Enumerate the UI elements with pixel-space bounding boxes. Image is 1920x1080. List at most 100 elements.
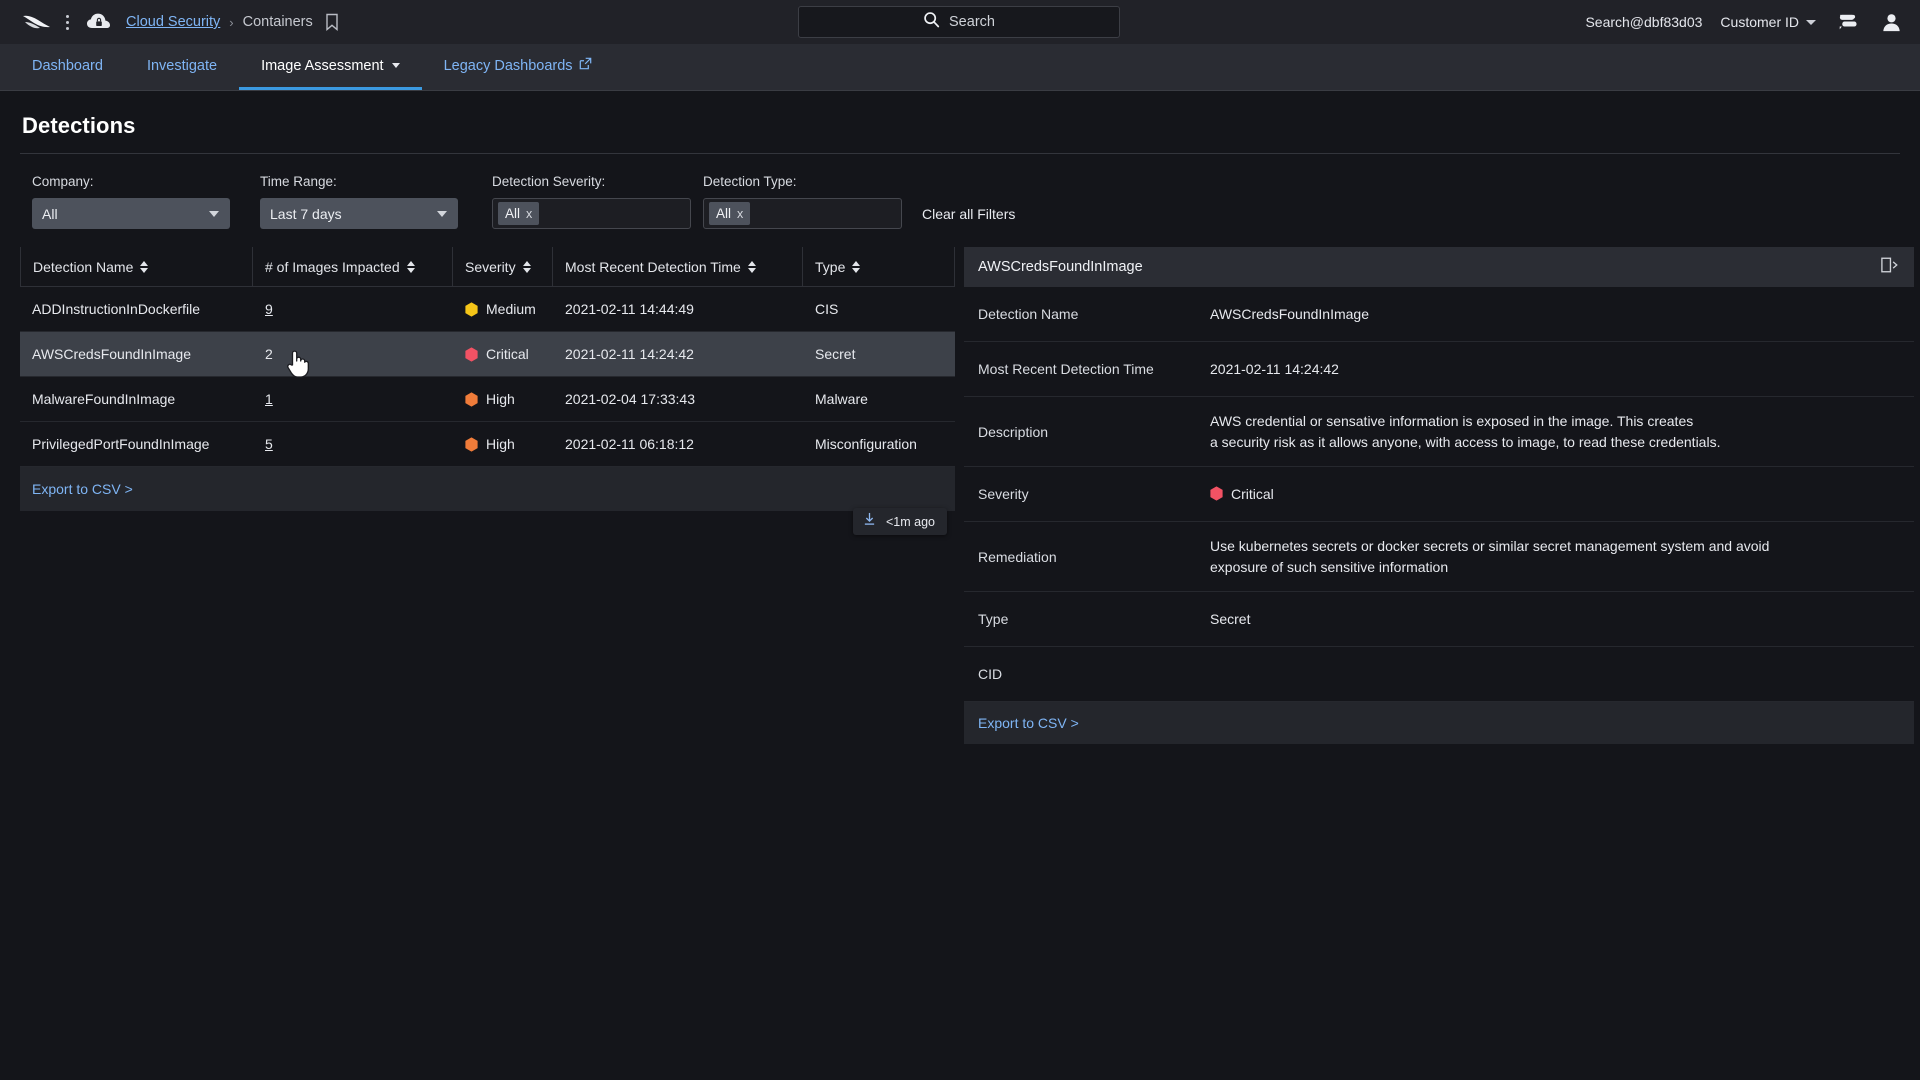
table-row[interactable]: MalwareFoundInImage 1 High 2021-02-04 17… xyxy=(20,377,955,422)
detail-panel-title: AWSCredsFoundInImage xyxy=(978,259,1143,275)
detail-row: Remediation Use kubernetes secrets or do… xyxy=(964,522,1914,592)
cell-detection-time: 2021-02-11 14:44:49 xyxy=(565,301,694,317)
download-icon[interactable] xyxy=(863,512,876,531)
breadcrumb-separator: › xyxy=(229,14,234,30)
detail-label: CID xyxy=(978,666,1003,682)
cell-detection-time: 2021-02-11 14:24:42 xyxy=(565,346,694,362)
detail-panel-header: AWSCredsFoundInImage xyxy=(964,247,1914,287)
tab-legacy-dashboards[interactable]: Legacy Dashboards xyxy=(422,44,614,90)
cell-detection-name: MalwareFoundInImage xyxy=(32,391,176,407)
falcon-logo-icon[interactable] xyxy=(22,11,52,33)
tab-investigate-label: Investigate xyxy=(146,57,218,74)
table-row[interactable]: AWSCredsFoundInImage 2 Critical 2021-02-… xyxy=(20,332,955,377)
detail-value: Use kubernetes secrets or docker secrets… xyxy=(1210,537,1770,575)
filter-company: Company: All xyxy=(32,174,230,229)
cell-severity: High xyxy=(453,391,553,407)
sort-icon[interactable] xyxy=(522,260,531,273)
column-header-label: Severity xyxy=(465,258,516,275)
download-toast[interactable]: <1m ago xyxy=(853,508,947,535)
company-select[interactable]: All xyxy=(32,198,230,229)
close-icon[interactable]: x xyxy=(526,207,532,221)
export-to-csv-button[interactable]: Export to CSV > xyxy=(32,481,133,497)
filter-bar: Company: All Time Range: Last 7 days Det… xyxy=(0,154,1920,229)
user-account-label[interactable]: Search@dbf83d03 xyxy=(1585,14,1702,30)
close-icon[interactable]: x xyxy=(737,207,743,221)
column-header-most-recent-detection-time[interactable]: Most Recent Detection Time xyxy=(553,246,803,287)
sort-icon[interactable] xyxy=(747,260,756,273)
filter-detection-severity-label: Detection Severity: xyxy=(492,174,606,189)
severity-token-label: All xyxy=(505,206,521,221)
severity-label: Medium xyxy=(486,301,536,317)
cell-type: Secret xyxy=(815,346,856,362)
cell-detection-name: PrivilegedPortFoundInImage xyxy=(32,436,210,452)
cell-detection-time: 2021-02-11 06:18:12 xyxy=(565,436,694,452)
detail-panel-footer: Export to CSV > xyxy=(964,702,1914,744)
clear-all-filters-button[interactable]: Clear all Filters xyxy=(922,206,1015,222)
severity-hexagon-icon xyxy=(465,346,478,362)
company-select-value: All xyxy=(42,205,58,222)
kebab-menu-icon[interactable] xyxy=(58,11,76,33)
search-input-placeholder: Search xyxy=(949,14,995,30)
severity-hexagon-icon xyxy=(465,301,478,317)
detail-row: Description AWS credential or sensative … xyxy=(964,397,1914,467)
breadcrumb-cloud-security[interactable]: Cloud Security xyxy=(126,14,220,30)
detail-label: Severity xyxy=(978,486,1029,502)
table-row[interactable]: ADDInstructionInDockerfile 9 Medium 2021… xyxy=(20,287,955,332)
bookmark-icon[interactable] xyxy=(325,13,339,32)
cell-severity: High xyxy=(453,436,553,452)
detail-row: Severity Critical xyxy=(964,467,1914,522)
cell-images-impacted: 1 xyxy=(253,391,453,407)
sort-icon[interactable] xyxy=(406,260,415,273)
column-header-label: Most Recent Detection Time xyxy=(565,258,741,275)
detections-table: Detection Name # of Images Impacted Seve… xyxy=(20,246,955,744)
detail-label: Detection Name xyxy=(978,306,1079,322)
column-header-detection-name[interactable]: Detection Name xyxy=(20,246,253,287)
tab-investigate[interactable]: Investigate xyxy=(125,44,239,90)
detail-value: Secret xyxy=(1210,610,1251,627)
column-header-label: Type xyxy=(815,258,846,275)
detail-value: AWSCredsFoundInImage xyxy=(1210,305,1369,322)
notes-icon[interactable] xyxy=(1834,10,1860,34)
tab-image-assessment[interactable]: Image Assessment xyxy=(239,44,422,90)
tab-legacy-dashboards-label: Legacy Dashboards xyxy=(443,57,573,74)
column-header-type[interactable]: Type xyxy=(803,246,955,287)
customer-id-label: Customer ID xyxy=(1720,14,1799,30)
sort-icon[interactable] xyxy=(140,260,149,273)
cloud-security-icon xyxy=(86,9,112,35)
severity-token[interactable]: All x xyxy=(498,202,540,225)
detail-label: Description xyxy=(978,423,1049,440)
tab-dashboard[interactable]: Dashboard xyxy=(10,44,125,90)
cell-images-impacted[interactable]: 2 xyxy=(253,346,453,362)
column-header-severity[interactable]: Severity xyxy=(453,246,553,287)
severity-label: High xyxy=(486,436,515,452)
external-link-icon xyxy=(579,57,592,74)
cell-type: CIS xyxy=(815,301,839,317)
download-time-label: <1m ago xyxy=(886,514,935,529)
time-range-select[interactable]: Last 7 days xyxy=(260,198,458,229)
cell-type: Malware xyxy=(815,391,868,407)
cell-detection-time: 2021-02-04 17:33:43 xyxy=(565,391,695,407)
filter-time-range-label: Time Range: xyxy=(260,174,337,189)
global-search[interactable]: Search xyxy=(798,6,1120,38)
type-token[interactable]: All x xyxy=(709,202,751,225)
user-avatar-icon[interactable] xyxy=(1878,10,1904,34)
table-footer: Export to CSV > xyxy=(20,467,955,511)
column-header-images-impacted[interactable]: # of Images Impacted xyxy=(253,246,453,287)
images-impacted-link[interactable]: 5 xyxy=(265,436,273,452)
table-row[interactable]: PrivilegedPortFoundInImage 5 High 2021-0… xyxy=(20,422,955,467)
cell-severity: Critical xyxy=(453,346,553,362)
expand-panel-icon[interactable] xyxy=(1880,256,1900,279)
detail-row: CID xyxy=(964,647,1914,702)
detection-severity-tokenfield[interactable]: All x xyxy=(492,198,691,229)
severity-label: Critical xyxy=(486,346,529,362)
customer-id-dropdown[interactable]: Customer ID xyxy=(1720,14,1816,30)
type-token-label: All xyxy=(716,206,732,221)
images-impacted-link[interactable]: 1 xyxy=(265,391,273,407)
detection-type-tokenfield[interactable]: All x xyxy=(703,198,902,229)
detail-label: Type xyxy=(978,611,1009,627)
sort-icon[interactable] xyxy=(852,260,861,273)
main-content: Detection Name # of Images Impacted Seve… xyxy=(0,246,1920,744)
detail-export-to-csv-button[interactable]: Export to CSV > xyxy=(978,715,1079,731)
images-impacted-link[interactable]: 9 xyxy=(265,301,273,317)
detail-row: Detection Name AWSCredsFoundInImage xyxy=(964,287,1914,342)
